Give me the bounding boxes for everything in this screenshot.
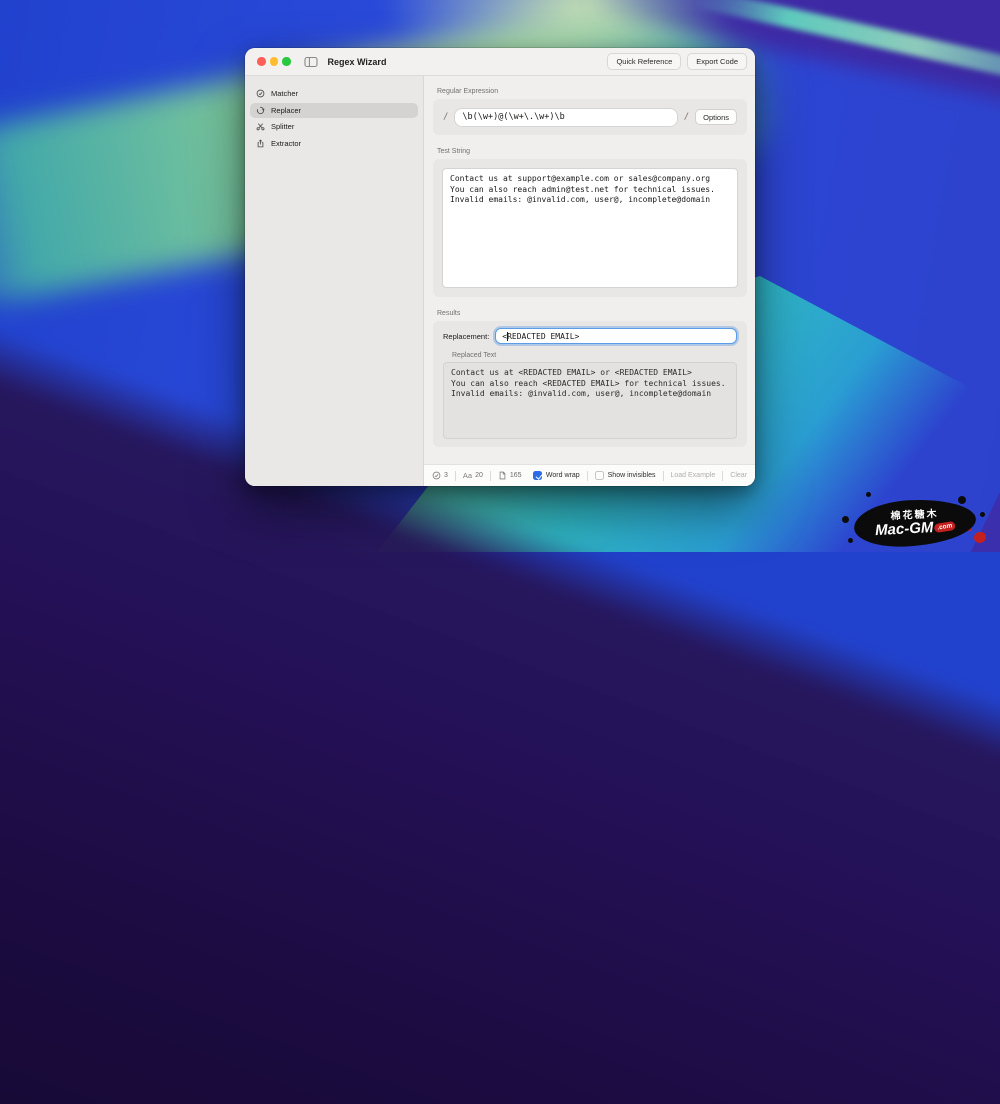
- traffic-lights: [257, 57, 291, 66]
- regex-pattern-input[interactable]: \b(\w+)@(\w+\.\w+)\b: [454, 108, 677, 127]
- scissors-icon: [256, 122, 265, 131]
- export-arrow-icon: [256, 139, 265, 148]
- regex-pattern-value: \b(\w+)@(\w+\.\w+)\b: [462, 112, 564, 122]
- sidebar-item-label: Matcher: [271, 89, 298, 98]
- regex-section-label: Regular Expression: [437, 88, 747, 95]
- load-example-button[interactable]: Load Example: [671, 472, 716, 479]
- results-card: Replacement: <REDACTED EMAIL> Replaced T…: [433, 321, 747, 447]
- status-bar: 3 Aa 20 165: [424, 464, 755, 486]
- word-wrap-checkbox[interactable]: [533, 471, 542, 480]
- test-string-text: Contact us at support@example.com or sal…: [450, 174, 730, 206]
- text-caret: [507, 332, 508, 341]
- replaced-text: Contact us at <REDACTED EMAIL> or <REDAC…: [451, 368, 729, 400]
- test-string-label: Test String: [437, 148, 747, 155]
- word-wrap-label: Word wrap: [546, 472, 580, 479]
- replacement-label: Replacement:: [443, 332, 489, 341]
- export-code-button[interactable]: Export Code: [687, 53, 747, 70]
- sidebar-item-label: Extractor: [271, 139, 301, 148]
- zoom-window-button[interactable]: [282, 57, 291, 66]
- titlebar: Regex Wizard Quick Reference Export Code: [245, 48, 755, 76]
- watermark-blob: 棉花糖木 Mac-GM .com: [853, 497, 977, 549]
- word-wrap-toggle[interactable]: Word wrap: [533, 471, 580, 480]
- sidebar-item-extractor[interactable]: Extractor: [250, 136, 418, 152]
- replacement-value: <REDACTED EMAIL>: [502, 332, 579, 341]
- document-icon: [498, 471, 507, 480]
- word-count: 20: [475, 472, 483, 479]
- char-count: 165: [510, 472, 522, 479]
- regex-card: / \b(\w+)@(\w+\.\w+)\b / Options: [433, 99, 747, 135]
- test-string-card: Contact us at support@example.com or sal…: [433, 159, 747, 297]
- window-title: Regex Wizard: [328, 57, 387, 67]
- replaced-text-area: Contact us at <REDACTED EMAIL> or <REDAC…: [443, 362, 737, 439]
- sidebar-item-label: Splitter: [271, 122, 294, 131]
- replaced-text-label: Replaced Text: [452, 352, 737, 359]
- match-count-icon: [432, 471, 441, 480]
- watermark: 棉花糖木 Mac-GM .com: [840, 488, 990, 552]
- show-invisibles-toggle[interactable]: Show invisibles: [595, 471, 656, 480]
- close-window-button[interactable]: [257, 57, 266, 66]
- sidebar-toggle-icon[interactable]: [304, 56, 318, 68]
- text-size-icon: Aa: [463, 471, 472, 480]
- sidebar: Matcher Replacer Splitte: [245, 76, 424, 486]
- sidebar-item-matcher[interactable]: Matcher: [250, 86, 418, 102]
- sidebar-item-label: Replacer: [271, 106, 301, 115]
- regex-close-delimiter: /: [684, 112, 689, 122]
- test-string-textarea[interactable]: Contact us at support@example.com or sal…: [442, 168, 738, 288]
- results-label: Results: [437, 310, 747, 317]
- options-button[interactable]: Options: [695, 109, 737, 125]
- match-count: 3: [444, 472, 448, 479]
- main-content: Regular Expression / \b(\w+)@(\w+\.\w+)\…: [424, 76, 755, 464]
- sidebar-item-replacer[interactable]: Replacer: [250, 103, 418, 119]
- minimize-window-button[interactable]: [270, 57, 279, 66]
- regex-wizard-window: Regex Wizard Quick Reference Export Code…: [245, 48, 755, 486]
- clear-button[interactable]: Clear: [730, 472, 747, 479]
- checkmark-circle-icon: [256, 89, 265, 98]
- regex-open-delimiter: /: [443, 112, 448, 122]
- quick-reference-button[interactable]: Quick Reference: [607, 53, 681, 70]
- replacement-input[interactable]: <REDACTED EMAIL>: [495, 328, 737, 344]
- show-invisibles-checkbox[interactable]: [595, 471, 604, 480]
- show-invisibles-label: Show invisibles: [608, 472, 656, 479]
- refresh-circle-icon: [256, 106, 265, 115]
- watermark-domain: .com: [934, 521, 956, 533]
- watermark-brand: Mac-GM: [875, 520, 934, 539]
- sidebar-item-splitter[interactable]: Splitter: [250, 119, 418, 135]
